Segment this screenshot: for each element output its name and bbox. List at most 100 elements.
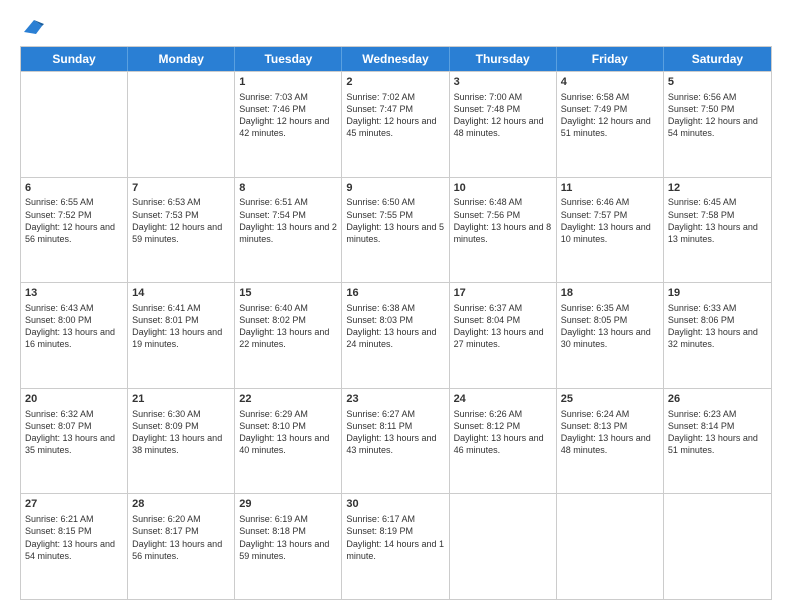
calendar-header: SundayMondayTuesdayWednesdayThursdayFrid…: [21, 47, 771, 71]
cell-info: Sunrise: 6:41 AMSunset: 8:01 PMDaylight:…: [132, 302, 230, 351]
header-day-monday: Monday: [128, 47, 235, 71]
day-number: 22: [239, 392, 337, 407]
header-day-tuesday: Tuesday: [235, 47, 342, 71]
header-day-thursday: Thursday: [450, 47, 557, 71]
header: [20, 18, 772, 36]
cell-info: Sunrise: 6:19 AMSunset: 8:18 PMDaylight:…: [239, 513, 337, 562]
cell-info: Sunrise: 6:30 AMSunset: 8:09 PMDaylight:…: [132, 408, 230, 457]
header-day-sunday: Sunday: [21, 47, 128, 71]
calendar-cell: 24Sunrise: 6:26 AMSunset: 8:12 PMDayligh…: [450, 389, 557, 494]
day-number: 13: [25, 286, 123, 301]
header-day-wednesday: Wednesday: [342, 47, 449, 71]
day-number: 3: [454, 75, 552, 90]
cell-info: Sunrise: 7:00 AMSunset: 7:48 PMDaylight:…: [454, 91, 552, 140]
day-number: 8: [239, 181, 337, 196]
calendar-cell: 21Sunrise: 6:30 AMSunset: 8:09 PMDayligh…: [128, 389, 235, 494]
calendar-cell: 4Sunrise: 6:58 AMSunset: 7:49 PMDaylight…: [557, 72, 664, 177]
calendar: SundayMondayTuesdayWednesdayThursdayFrid…: [20, 46, 772, 600]
calendar-cell: 20Sunrise: 6:32 AMSunset: 8:07 PMDayligh…: [21, 389, 128, 494]
cell-info: Sunrise: 6:37 AMSunset: 8:04 PMDaylight:…: [454, 302, 552, 351]
calendar-cell: 25Sunrise: 6:24 AMSunset: 8:13 PMDayligh…: [557, 389, 664, 494]
day-number: 18: [561, 286, 659, 301]
cell-info: Sunrise: 6:33 AMSunset: 8:06 PMDaylight:…: [668, 302, 767, 351]
calendar-cell: 11Sunrise: 6:46 AMSunset: 7:57 PMDayligh…: [557, 178, 664, 283]
calendar-row-3: 13Sunrise: 6:43 AMSunset: 8:00 PMDayligh…: [21, 282, 771, 388]
cell-info: Sunrise: 6:48 AMSunset: 7:56 PMDaylight:…: [454, 196, 552, 245]
cell-info: Sunrise: 6:45 AMSunset: 7:58 PMDaylight:…: [668, 196, 767, 245]
calendar-cell: 30Sunrise: 6:17 AMSunset: 8:19 PMDayligh…: [342, 494, 449, 599]
cell-info: Sunrise: 6:20 AMSunset: 8:17 PMDaylight:…: [132, 513, 230, 562]
cell-info: Sunrise: 7:03 AMSunset: 7:46 PMDaylight:…: [239, 91, 337, 140]
day-number: 16: [346, 286, 444, 301]
calendar-cell: 6Sunrise: 6:55 AMSunset: 7:52 PMDaylight…: [21, 178, 128, 283]
cell-info: Sunrise: 6:43 AMSunset: 8:00 PMDaylight:…: [25, 302, 123, 351]
logo: [20, 18, 44, 36]
header-day-saturday: Saturday: [664, 47, 771, 71]
cell-info: Sunrise: 6:24 AMSunset: 8:13 PMDaylight:…: [561, 408, 659, 457]
logo-bird-icon: [22, 18, 44, 36]
calendar-cell: 19Sunrise: 6:33 AMSunset: 8:06 PMDayligh…: [664, 283, 771, 388]
cell-info: Sunrise: 6:38 AMSunset: 8:03 PMDaylight:…: [346, 302, 444, 351]
calendar-body: 1Sunrise: 7:03 AMSunset: 7:46 PMDaylight…: [21, 71, 771, 599]
cell-info: Sunrise: 6:53 AMSunset: 7:53 PMDaylight:…: [132, 196, 230, 245]
cell-info: Sunrise: 6:26 AMSunset: 8:12 PMDaylight:…: [454, 408, 552, 457]
header-day-friday: Friday: [557, 47, 664, 71]
day-number: 10: [454, 181, 552, 196]
day-number: 29: [239, 497, 337, 512]
day-number: 26: [668, 392, 767, 407]
day-number: 15: [239, 286, 337, 301]
calendar-cell: [128, 72, 235, 177]
calendar-cell: 10Sunrise: 6:48 AMSunset: 7:56 PMDayligh…: [450, 178, 557, 283]
cell-info: Sunrise: 6:46 AMSunset: 7:57 PMDaylight:…: [561, 196, 659, 245]
day-number: 25: [561, 392, 659, 407]
calendar-cell: 22Sunrise: 6:29 AMSunset: 8:10 PMDayligh…: [235, 389, 342, 494]
day-number: 28: [132, 497, 230, 512]
calendar-row-2: 6Sunrise: 6:55 AMSunset: 7:52 PMDaylight…: [21, 177, 771, 283]
calendar-row-1: 1Sunrise: 7:03 AMSunset: 7:46 PMDaylight…: [21, 71, 771, 177]
calendar-cell: 26Sunrise: 6:23 AMSunset: 8:14 PMDayligh…: [664, 389, 771, 494]
day-number: 11: [561, 181, 659, 196]
cell-info: Sunrise: 6:51 AMSunset: 7:54 PMDaylight:…: [239, 196, 337, 245]
day-number: 19: [668, 286, 767, 301]
calendar-cell: 27Sunrise: 6:21 AMSunset: 8:15 PMDayligh…: [21, 494, 128, 599]
calendar-cell: 23Sunrise: 6:27 AMSunset: 8:11 PMDayligh…: [342, 389, 449, 494]
day-number: 27: [25, 497, 123, 512]
calendar-cell: 5Sunrise: 6:56 AMSunset: 7:50 PMDaylight…: [664, 72, 771, 177]
cell-info: Sunrise: 6:21 AMSunset: 8:15 PMDaylight:…: [25, 513, 123, 562]
day-number: 5: [668, 75, 767, 90]
day-number: 30: [346, 497, 444, 512]
calendar-cell: 3Sunrise: 7:00 AMSunset: 7:48 PMDaylight…: [450, 72, 557, 177]
calendar-cell: 16Sunrise: 6:38 AMSunset: 8:03 PMDayligh…: [342, 283, 449, 388]
day-number: 23: [346, 392, 444, 407]
calendar-cell: 17Sunrise: 6:37 AMSunset: 8:04 PMDayligh…: [450, 283, 557, 388]
cell-info: Sunrise: 6:50 AMSunset: 7:55 PMDaylight:…: [346, 196, 444, 245]
cell-info: Sunrise: 6:58 AMSunset: 7:49 PMDaylight:…: [561, 91, 659, 140]
cell-info: Sunrise: 7:02 AMSunset: 7:47 PMDaylight:…: [346, 91, 444, 140]
day-number: 12: [668, 181, 767, 196]
cell-info: Sunrise: 6:17 AMSunset: 8:19 PMDaylight:…: [346, 513, 444, 562]
cell-info: Sunrise: 6:40 AMSunset: 8:02 PMDaylight:…: [239, 302, 337, 351]
page: SundayMondayTuesdayWednesdayThursdayFrid…: [0, 0, 792, 612]
calendar-cell: [21, 72, 128, 177]
cell-info: Sunrise: 6:55 AMSunset: 7:52 PMDaylight:…: [25, 196, 123, 245]
day-number: 24: [454, 392, 552, 407]
calendar-cell: 13Sunrise: 6:43 AMSunset: 8:00 PMDayligh…: [21, 283, 128, 388]
calendar-cell: 18Sunrise: 6:35 AMSunset: 8:05 PMDayligh…: [557, 283, 664, 388]
calendar-cell: 8Sunrise: 6:51 AMSunset: 7:54 PMDaylight…: [235, 178, 342, 283]
calendar-cell: 9Sunrise: 6:50 AMSunset: 7:55 PMDaylight…: [342, 178, 449, 283]
calendar-cell: 29Sunrise: 6:19 AMSunset: 8:18 PMDayligh…: [235, 494, 342, 599]
cell-info: Sunrise: 6:56 AMSunset: 7:50 PMDaylight:…: [668, 91, 767, 140]
calendar-cell: [557, 494, 664, 599]
cell-info: Sunrise: 6:27 AMSunset: 8:11 PMDaylight:…: [346, 408, 444, 457]
cell-info: Sunrise: 6:32 AMSunset: 8:07 PMDaylight:…: [25, 408, 123, 457]
day-number: 17: [454, 286, 552, 301]
day-number: 20: [25, 392, 123, 407]
day-number: 1: [239, 75, 337, 90]
day-number: 21: [132, 392, 230, 407]
day-number: 9: [346, 181, 444, 196]
calendar-cell: 7Sunrise: 6:53 AMSunset: 7:53 PMDaylight…: [128, 178, 235, 283]
day-number: 2: [346, 75, 444, 90]
calendar-cell: 14Sunrise: 6:41 AMSunset: 8:01 PMDayligh…: [128, 283, 235, 388]
cell-info: Sunrise: 6:35 AMSunset: 8:05 PMDaylight:…: [561, 302, 659, 351]
day-number: 14: [132, 286, 230, 301]
